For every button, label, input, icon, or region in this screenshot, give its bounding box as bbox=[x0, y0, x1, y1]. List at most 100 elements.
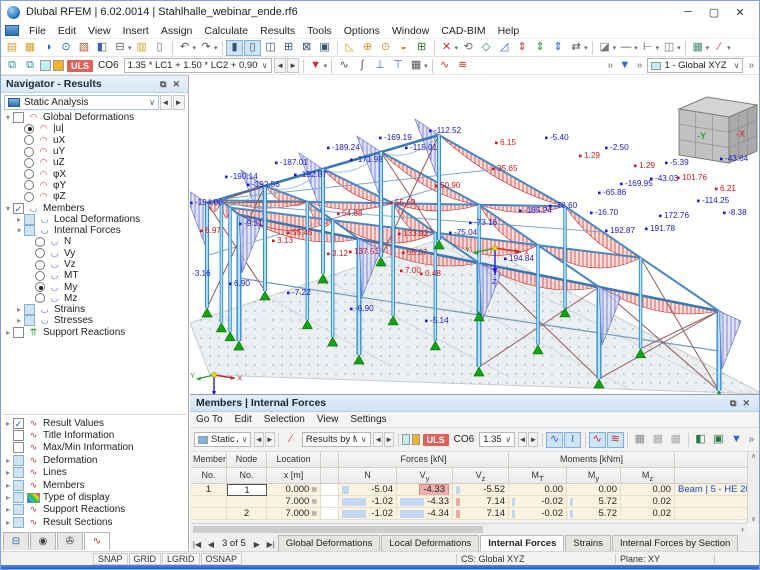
table-tab-strains[interactable]: Strains bbox=[565, 535, 611, 551]
panel-menu-selection[interactable]: Selection bbox=[258, 414, 311, 425]
visibility-filter-icon[interactable]: ▼ bbox=[616, 58, 633, 74]
navigator-toggle-icon[interactable]: ▮ bbox=[226, 39, 244, 56]
nav-arrow-button[interactable]: ◄ bbox=[253, 432, 264, 447]
radio-button[interactable] bbox=[35, 259, 45, 270]
force-cell-n[interactable]: -5.04 bbox=[339, 484, 397, 496]
node-no-cell[interactable]: 2 bbox=[227, 508, 267, 520]
tree-item-support-reactions[interactable]: ▸ ∿ Support Reactions bbox=[3, 504, 186, 516]
dropdown-caret-icon[interactable]: ▾ bbox=[656, 44, 660, 52]
results-by-combo[interactable]: Results by Member∨ bbox=[301, 432, 371, 447]
save-icon[interactable]: ◧ bbox=[94, 40, 111, 56]
force-cell-mt[interactable]: 0.00 bbox=[509, 484, 567, 496]
render-icon[interactable]: ◪ bbox=[596, 40, 613, 56]
tree-item-stresses[interactable]: ▸ ◡ Stresses bbox=[3, 315, 186, 327]
tree-item-title-information[interactable]: ∿ Title Information bbox=[3, 429, 186, 442]
model-check-icon[interactable]: ◇ bbox=[478, 40, 495, 56]
radio-button[interactable] bbox=[24, 157, 34, 168]
menu-item-insert[interactable]: Insert bbox=[117, 25, 155, 37]
diagram-display-icon[interactable]: ∫ bbox=[354, 58, 371, 74]
horizontal-scrollbar[interactable]: › bbox=[191, 523, 747, 534]
nav-arrow-button[interactable]: ◄ bbox=[373, 432, 384, 447]
force-cell-mz[interactable]: 0.00 bbox=[621, 484, 675, 496]
panel-toggle-icon[interactable]: ◫ bbox=[262, 40, 279, 56]
viewport-3d[interactable]: -Y-XXYZXYZ-190.14-192.56-194.08-187.01-1… bbox=[190, 75, 759, 394]
tree-item-deformation[interactable]: ▸ ∿ Deformation bbox=[3, 454, 186, 466]
table-tab-internal-forces[interactable]: Internal Forces bbox=[480, 535, 565, 551]
new-member-icon[interactable]: ⊙ bbox=[377, 40, 394, 56]
close-icon[interactable]: ✕ bbox=[169, 79, 183, 90]
tree-item-ux[interactable]: ◠ uX bbox=[3, 135, 186, 146]
minimize-button[interactable]: ─ bbox=[675, 4, 701, 20]
result-table-icon[interactable]: ▦ bbox=[408, 58, 425, 74]
dropdown-caret-icon[interactable]: ▾ bbox=[214, 44, 218, 52]
member-no-cell[interactable]: 1 bbox=[191, 484, 227, 496]
menu-item-tools[interactable]: Tools bbox=[301, 25, 338, 37]
filter-icon[interactable]: ▼ bbox=[728, 432, 745, 448]
next-table-button[interactable]: ▶ bbox=[250, 540, 264, 551]
tree-item-result-values[interactable]: ▸ ✓ ∿ Result Values bbox=[3, 417, 186, 429]
scroll-down-icon[interactable]: ∨ bbox=[751, 515, 756, 523]
checkbox[interactable] bbox=[24, 315, 35, 327]
status-toggle-osnap[interactable]: OSNAP bbox=[200, 552, 243, 565]
checkbox[interactable] bbox=[24, 304, 35, 316]
tree-item-vy[interactable]: ◡ Vy bbox=[3, 248, 186, 259]
force-cell-my[interactable]: 0.00 bbox=[567, 484, 621, 496]
table-row[interactable]: 7.000 ▦ -1.02 -4.33 7.14 -0.02 5.72 0.02 bbox=[191, 496, 749, 508]
force-cell-n[interactable]: -1.02 bbox=[339, 508, 397, 520]
load-x-icon[interactable]: ⇕ bbox=[514, 40, 531, 56]
dropdown-caret-icon[interactable]: ▾ bbox=[128, 44, 132, 52]
open-model-icon[interactable]: ▦ bbox=[22, 40, 39, 56]
expander-icon[interactable]: ▸ bbox=[3, 328, 13, 337]
force-cell-vz[interactable]: -5.52 bbox=[453, 484, 509, 496]
tree-item-mt[interactable]: ◡ MT bbox=[3, 270, 186, 281]
delete-icon[interactable]: ✕ bbox=[438, 40, 455, 56]
tree-item-mz[interactable]: ◡ Mz bbox=[3, 293, 186, 304]
visibility-icon[interactable]: ◫ bbox=[661, 40, 678, 56]
prev-table-button[interactable]: ◀ bbox=[204, 540, 218, 551]
force-cell-mz[interactable]: 0.02 bbox=[621, 496, 675, 508]
expander-icon[interactable]: ▸ bbox=[3, 456, 13, 465]
export-icon[interactable]: ◧ bbox=[692, 432, 709, 448]
panel-menu-settings[interactable]: Settings bbox=[344, 414, 392, 425]
values-toggle-icon[interactable]: ∿ bbox=[588, 431, 606, 448]
tree-item-vz[interactable]: ◡ Vz bbox=[3, 259, 186, 270]
expander-icon[interactable]: ▾ bbox=[3, 204, 13, 213]
expander-icon[interactable]: ▸ bbox=[3, 493, 13, 502]
overflow-chevron[interactable]: » bbox=[748, 60, 754, 71]
radio-button[interactable] bbox=[35, 282, 45, 293]
section-icon[interactable]: ◿ bbox=[496, 40, 513, 56]
deform-display-icon[interactable]: ∿ bbox=[336, 58, 353, 74]
force-cell-my[interactable]: 5.72 bbox=[567, 508, 621, 520]
panel-menu-view[interactable]: View bbox=[311, 414, 345, 425]
filter-loads-icon[interactable]: ▼ bbox=[307, 58, 324, 74]
node-no-cell[interactable] bbox=[227, 496, 267, 508]
member-no-cell[interactable] bbox=[191, 508, 227, 520]
table-all-icon[interactable]: ▦ bbox=[649, 432, 666, 448]
sync-icon[interactable]: ⊙ bbox=[58, 40, 75, 56]
new-model-icon[interactable]: ▤ bbox=[4, 40, 21, 56]
last-table-button[interactable]: ▶| bbox=[264, 540, 278, 551]
menu-item-assign[interactable]: Assign bbox=[155, 25, 199, 37]
table-tab-global-deformations[interactable]: Global Deformations bbox=[277, 535, 381, 551]
nav-arrow-button[interactable]: ► bbox=[384, 432, 395, 447]
tree-item-n[interactable]: ◡ N bbox=[3, 236, 186, 247]
float-icon[interactable]: ⧉ bbox=[157, 79, 169, 90]
new-line-icon[interactable]: ⊕ bbox=[359, 40, 376, 56]
force-cell-mt[interactable]: -0.02 bbox=[509, 496, 567, 508]
force-cell-vy[interactable]: -4.34 bbox=[397, 508, 453, 520]
gap-cell[interactable] bbox=[321, 484, 339, 496]
gap-cell[interactable] bbox=[321, 508, 339, 520]
radio-button[interactable] bbox=[24, 191, 34, 202]
analysis-combo[interactable]: Static Analysis ∨ bbox=[4, 95, 159, 110]
status-toggle-lgrid[interactable]: LGRID bbox=[162, 552, 200, 565]
menu-item-cad-bim[interactable]: CAD-BIM bbox=[435, 25, 491, 37]
maximize-button[interactable]: ▢ bbox=[701, 4, 727, 21]
close-icon[interactable]: ✕ bbox=[739, 398, 753, 409]
dimension-icon[interactable]: ⊢ bbox=[639, 40, 656, 56]
dropdown-caret-icon[interactable]: ▾ bbox=[613, 44, 617, 52]
status-toggle-snap[interactable]: SNAP bbox=[93, 552, 128, 565]
tab-display-eye-icon[interactable]: ◉ bbox=[30, 532, 56, 550]
expander-icon[interactable]: ▸ bbox=[14, 316, 24, 325]
checkbox[interactable] bbox=[13, 442, 24, 454]
guide-object-icon[interactable]: ⧉ bbox=[4, 58, 21, 74]
